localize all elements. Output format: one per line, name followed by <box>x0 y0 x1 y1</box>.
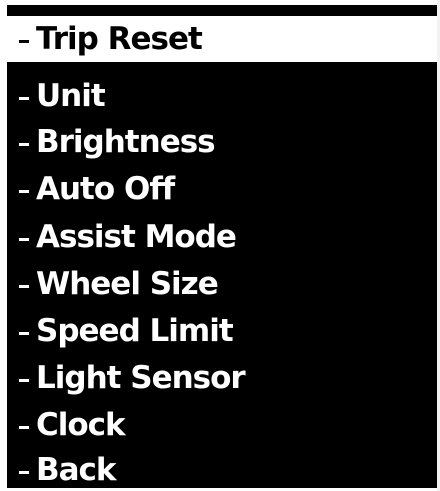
dash-icon <box>19 470 29 474</box>
menu-item-label: Wheel Size <box>36 266 219 302</box>
dash-icon <box>19 142 29 146</box>
menu-item-trip-reset[interactable]: Trip Reset <box>7 16 440 62</box>
display-screen: Trip Reset Unit Brightness Auto Off Assi… <box>7 5 440 488</box>
dash-icon <box>19 39 29 43</box>
dash-icon <box>19 378 29 382</box>
dash-icon <box>19 425 29 429</box>
menu-item-label: Unit <box>36 78 106 114</box>
menu-item-label: Clock <box>36 407 126 443</box>
menu-item-label: Back <box>36 452 117 488</box>
menu-item-assist-mode[interactable]: Assist Mode <box>7 214 440 260</box>
dash-icon <box>19 189 29 193</box>
menu-item-label: Assist Mode <box>36 219 237 255</box>
menu-item-label: Brightness <box>36 124 216 160</box>
menu-item-label: Auto Off <box>36 171 175 207</box>
menu-item-clock[interactable]: Clock <box>7 402 440 448</box>
dash-icon <box>19 237 29 241</box>
menu-item-wheel-size[interactable]: Wheel Size <box>7 261 440 307</box>
dash-icon <box>19 284 29 288</box>
menu-item-back[interactable]: Back <box>7 447 440 488</box>
menu-item-speed-limit[interactable]: Speed Limit <box>7 308 440 354</box>
settings-menu: Trip Reset Unit Brightness Auto Off Assi… <box>7 5 440 488</box>
menu-item-label: Light Sensor <box>36 360 246 396</box>
menu-item-label: Speed Limit <box>36 313 234 349</box>
menu-item-auto-off[interactable]: Auto Off <box>7 166 440 212</box>
menu-item-label: Trip Reset <box>36 21 203 57</box>
menu-item-light-sensor[interactable]: Light Sensor <box>7 355 440 401</box>
dash-icon <box>19 96 29 100</box>
menu-item-brightness[interactable]: Brightness <box>7 119 440 165</box>
menu-item-unit[interactable]: Unit <box>7 73 440 119</box>
dash-icon <box>19 331 29 335</box>
